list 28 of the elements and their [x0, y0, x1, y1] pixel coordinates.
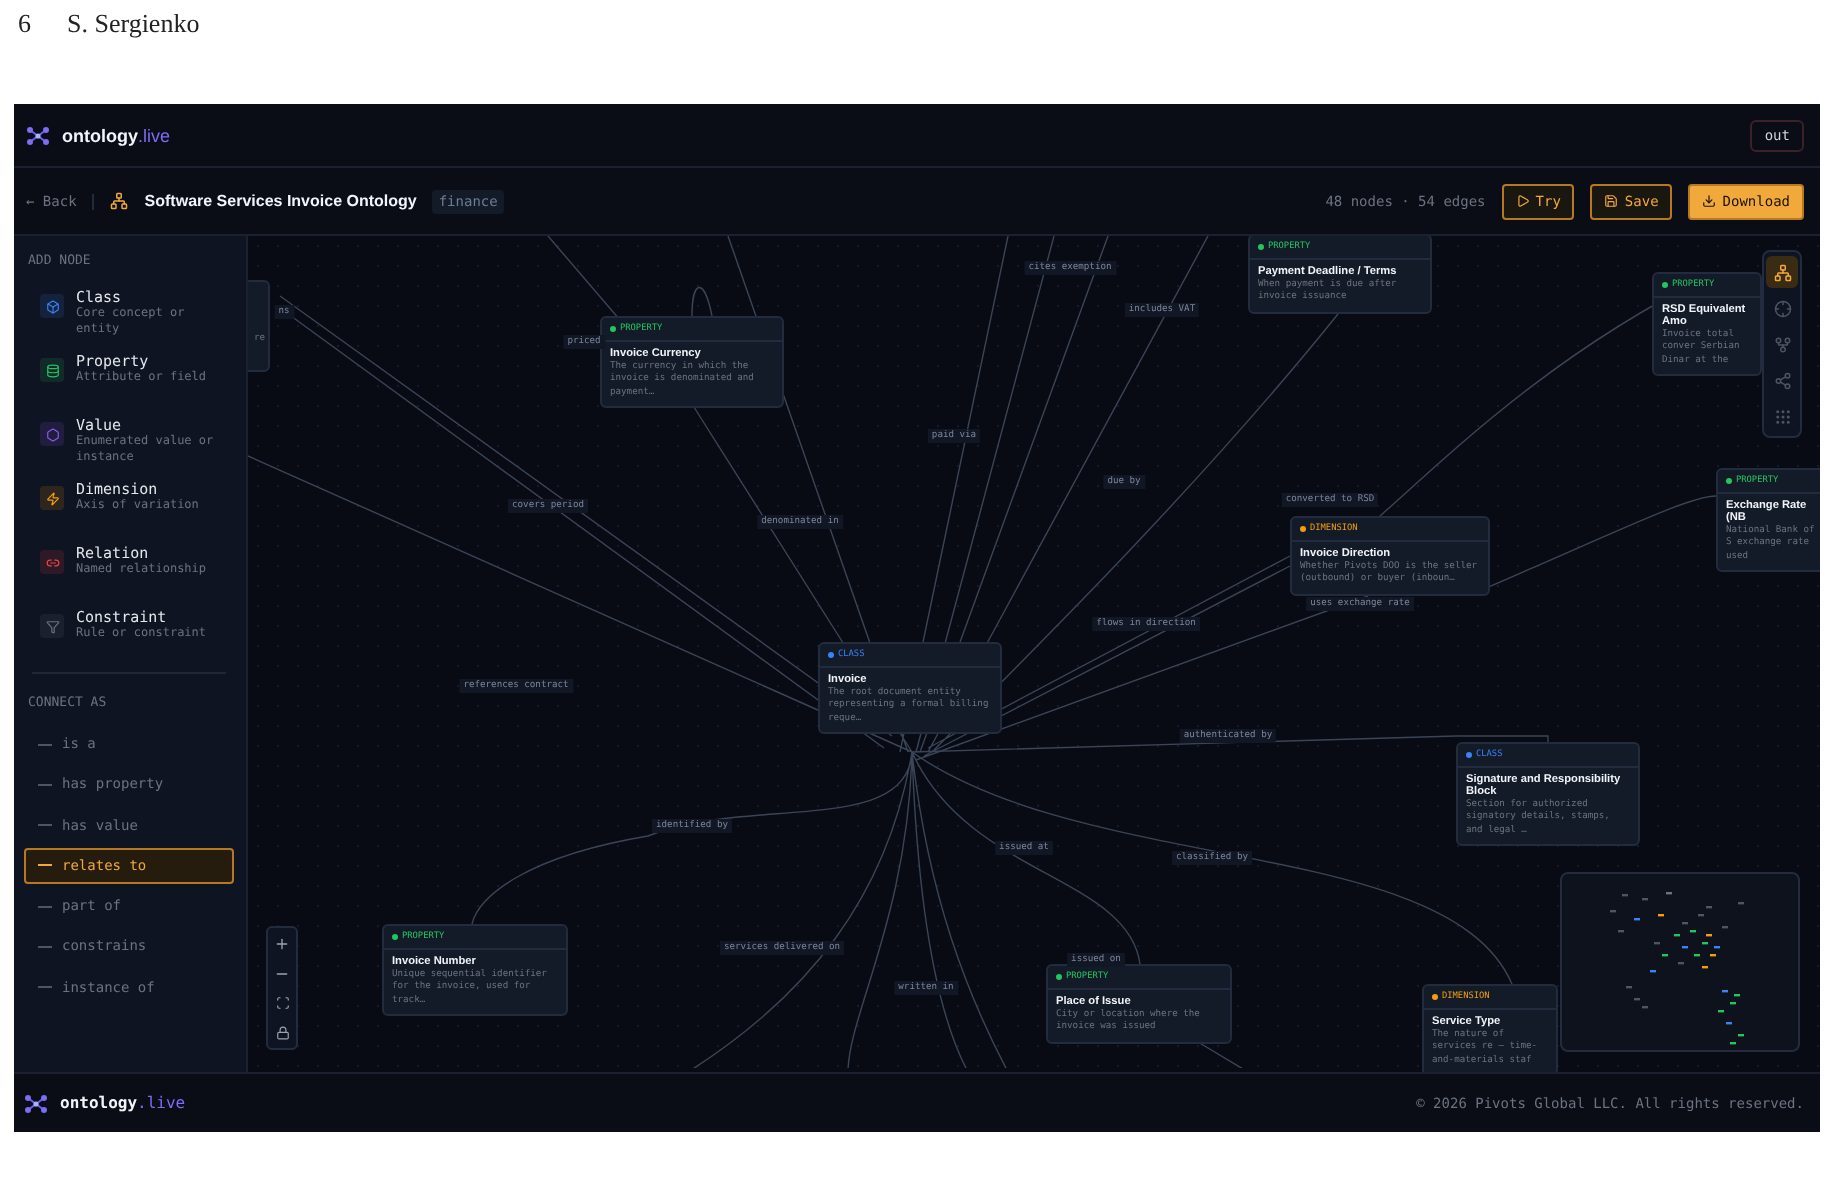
type-dot — [1258, 244, 1264, 250]
link-icon[interactable] — [40, 550, 64, 574]
type-dot — [1466, 752, 1472, 758]
type-dot — [1662, 282, 1668, 288]
hierarchy-icon[interactable] — [1766, 256, 1798, 288]
type-dot — [1056, 974, 1062, 980]
hexagon-icon[interactable] — [40, 422, 64, 446]
author-name: S. Sergienko — [67, 8, 200, 42]
type-dot — [828, 652, 834, 658]
page-number: 6 — [18, 8, 31, 42]
type-dot — [1300, 526, 1306, 532]
save-icon — [1604, 194, 1619, 208]
lightning-icon[interactable] — [40, 486, 64, 510]
play-icon — [1515, 194, 1530, 208]
box-icon[interactable] — [40, 294, 64, 318]
type-dot — [1432, 994, 1438, 1000]
footer-logo-text: ontology.live — [60, 1094, 186, 1112]
download-icon — [1702, 194, 1717, 208]
type-dot — [610, 326, 616, 332]
filter-icon[interactable] — [40, 614, 64, 638]
logo-icon — [24, 1093, 48, 1113]
type-dot — [392, 934, 398, 940]
logo-icon — [26, 125, 50, 145]
type-dot — [1726, 478, 1732, 484]
app-logo-text: ontology.live — [62, 125, 171, 145]
hierarchy-icon — [110, 192, 129, 210]
ontology-title: Software Services Invoice Ontology — [144, 192, 417, 210]
database-icon[interactable] — [40, 358, 64, 382]
